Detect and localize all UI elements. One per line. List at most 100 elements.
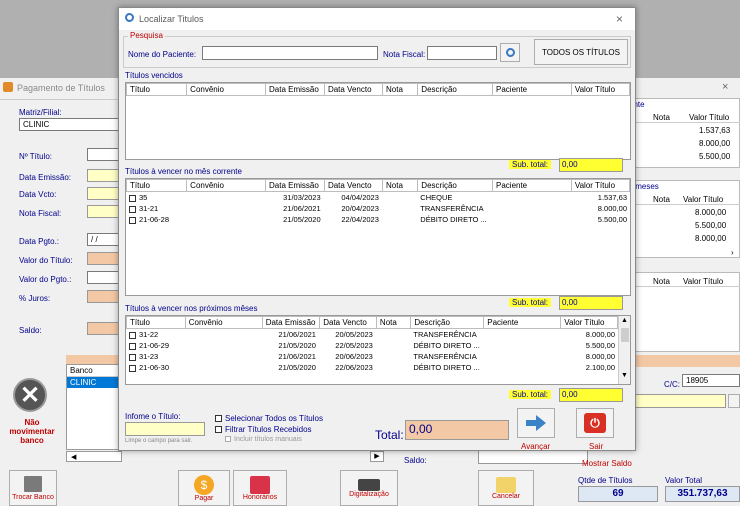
col-convenio[interactable]: Convênio xyxy=(186,83,267,96)
col-valor[interactable]: Valor Título xyxy=(560,316,618,329)
nome-paciente-input[interactable] xyxy=(202,46,378,60)
vcto-field[interactable] xyxy=(87,187,121,200)
rp3-h2: Valor Título xyxy=(683,277,724,286)
col-emissao[interactable]: Data Emissão xyxy=(265,83,325,96)
row-checkbox[interactable] xyxy=(129,331,136,339)
rp1-h1: Nota xyxy=(653,113,670,122)
col-vencto[interactable]: Data Vencto xyxy=(323,179,384,192)
avancar-button[interactable] xyxy=(517,408,555,438)
grid-vencidos[interactable]: Título Convênio Data Emissão Data Vencto… xyxy=(125,82,631,160)
table-row[interactable]: 31-22 21/06/2021 20/05/2023 TRANSFERÊNCI… xyxy=(126,329,618,340)
field-label-pgto: Data Pgto.: xyxy=(19,237,60,246)
col-titulo[interactable]: Título xyxy=(126,316,186,329)
checkbox[interactable] xyxy=(215,426,222,434)
trocar-banco-button[interactable]: Trocar Banco xyxy=(9,470,57,506)
nota-field[interactable] xyxy=(87,205,121,218)
informe-titulo-input[interactable] xyxy=(125,422,205,436)
table-row[interactable]: 21-06-29 21/05/2020 22/05/2023 DÉBITO DI… xyxy=(126,340,618,351)
right-lookup-button[interactable] xyxy=(728,394,740,408)
col-nota[interactable]: Nota xyxy=(382,179,419,192)
field-label-titulo: Nº Título: xyxy=(19,152,53,161)
col-titulo[interactable]: Título xyxy=(125,179,188,192)
digitalizacao-button[interactable]: Digitalização xyxy=(340,470,398,506)
table-row[interactable]: 31-23 21/06/2021 20/06/2023 TRANSFERÊNCI… xyxy=(126,351,618,362)
chk-incluir-manuais[interactable]: Incluir títulos manuais xyxy=(225,436,302,443)
cell-vencto: 22/04/2023 xyxy=(341,215,379,224)
bank-list[interactable]: Banco CLINIC xyxy=(66,364,122,450)
checkbox[interactable] xyxy=(225,436,231,443)
chk-filtrar-recebidos-label: Filtrar Títulos Recebidos xyxy=(225,425,312,434)
row-checkbox[interactable] xyxy=(129,194,136,202)
grid-proximos-vscroll[interactable]: ▲ ▼ xyxy=(618,316,630,384)
col-nota[interactable]: Nota xyxy=(375,316,412,329)
scroll-down-icon[interactable]: ▼ xyxy=(621,372,628,379)
table-row[interactable]: 35 31/03/2023 04/04/2023 CHEQUE 1.537,63 xyxy=(126,192,630,203)
emissao-field[interactable] xyxy=(87,169,121,182)
col-emissao[interactable]: Data Emissão xyxy=(265,179,325,192)
row-checkbox[interactable] xyxy=(129,216,136,224)
dialog-close-icon[interactable]: × xyxy=(616,12,623,26)
cell-descricao: DÉBITO DIRETO ... xyxy=(413,363,480,372)
col-paciente[interactable]: Paciente xyxy=(483,316,562,329)
hscroll-right[interactable]: ▶ xyxy=(370,451,384,462)
table-row[interactable]: 21-06-28 21/05/2020 22/04/2023 DÉBITO DI… xyxy=(126,214,630,225)
col-paciente[interactable]: Paciente xyxy=(492,179,572,192)
col-vencto[interactable]: Data Vencto xyxy=(323,83,384,96)
col-valor[interactable]: Valor Título xyxy=(570,83,631,96)
cell-titulo: 35 xyxy=(139,193,148,202)
col-titulo[interactable]: Título xyxy=(125,83,188,96)
grid-proximos[interactable]: Título Convênio Data Emissão Data Vencto… xyxy=(125,315,631,385)
col-emissao[interactable]: Data Emissão xyxy=(261,316,321,329)
scroll-left-icon[interactable]: ◀ xyxy=(71,453,76,461)
nota-fiscal-input[interactable] xyxy=(427,46,497,60)
subtotal-1-label: Sub. total: xyxy=(509,160,552,169)
field-label-emissao: Data Emissão: xyxy=(19,173,72,182)
honorarios-button[interactable]: Honorários xyxy=(233,470,287,506)
grid-corrente[interactable]: Título Convênio Data Emissão Data Vencto… xyxy=(125,178,631,296)
valor-pgto-field[interactable] xyxy=(87,271,121,284)
todos-titulos-button[interactable]: TODOS OS TÍTULOS xyxy=(534,39,628,65)
col-convenio[interactable]: Convênio xyxy=(184,316,263,329)
col-convenio[interactable]: Convênio xyxy=(186,179,267,192)
search-button[interactable] xyxy=(500,43,520,62)
row-checkbox[interactable] xyxy=(129,364,136,372)
titulo-field[interactable] xyxy=(87,148,121,161)
payment-window-close-icon[interactable]: × xyxy=(722,81,728,93)
chk-selecionar-todos[interactable]: Selecionar Todos os Títulos xyxy=(215,414,323,423)
bank-hscroll[interactable]: ◀ xyxy=(66,451,122,462)
col-descricao[interactable]: Descrição xyxy=(417,179,493,192)
matriz-field[interactable]: CLINIC xyxy=(19,118,121,131)
cc-field[interactable]: 18905 xyxy=(682,374,740,387)
yellow-field-right[interactable] xyxy=(626,394,726,408)
pgto-field[interactable]: / / xyxy=(87,233,121,246)
sair-button[interactable]: ⏻ xyxy=(576,408,614,438)
table-row[interactable]: 31-21 21/06/2021 20/04/2023 TRANSFERÊNCI… xyxy=(126,203,630,214)
scroll-up-icon[interactable]: ▲ xyxy=(621,317,628,324)
col-descricao[interactable]: Descrição xyxy=(417,83,493,96)
col-nota[interactable]: Nota xyxy=(382,83,419,96)
col-vencto[interactable]: Data Vencto xyxy=(319,316,377,329)
mostrar-saldo-label[interactable]: Mostrar Saldo xyxy=(582,459,632,468)
row-checkbox[interactable] xyxy=(129,205,136,213)
checkbox[interactable] xyxy=(215,415,222,423)
row-checkbox[interactable] xyxy=(129,342,136,350)
payment-window-title: Pagamento de Títulos xyxy=(17,83,105,93)
scroll-thumb[interactable] xyxy=(621,328,629,342)
chk-filtrar-recebidos[interactable]: Filtrar Títulos Recebidos xyxy=(215,425,312,434)
col-valor[interactable]: Valor Título xyxy=(570,179,631,192)
row-checkbox[interactable] xyxy=(129,353,136,361)
col-paciente[interactable]: Paciente xyxy=(492,83,572,96)
section-proximos-label: Títulos à vencer nos próximos mêses xyxy=(125,304,258,313)
section-corrente-label: Títulos à vencer no mês corrente xyxy=(125,167,242,176)
rp2-h2: Valor Título xyxy=(683,195,724,204)
subtotal-2-label: Sub. total: xyxy=(509,298,552,307)
bank-list-row[interactable]: CLINIC xyxy=(67,377,121,388)
cancelar-label: Cancelar xyxy=(491,492,520,500)
rp2-scroll-right-icon[interactable]: › xyxy=(731,248,734,257)
cancelar-button[interactable]: Cancelar xyxy=(478,470,534,506)
table-row[interactable]: 21-06-30 21/05/2020 22/06/2023 DÉBITO DI… xyxy=(126,362,618,373)
cell-valor: 5.500,00 xyxy=(585,341,615,350)
pagar-button[interactable]: $ Pagar xyxy=(178,470,230,506)
col-descricao[interactable]: Descrição xyxy=(410,316,485,329)
delete-x-icon[interactable]: ✕ xyxy=(13,378,47,412)
